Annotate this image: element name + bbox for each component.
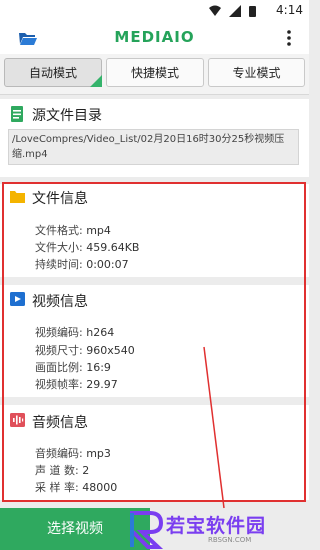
sample-rate-value: 48000	[82, 481, 118, 494]
aspect-ratio-label: 画面比例:	[35, 361, 83, 374]
video-codec-label: 视频编码:	[35, 326, 83, 339]
video-codec-value: h264	[86, 326, 115, 339]
file-format-row: 文件格式: mp4	[35, 222, 111, 238]
watermark: 若宝软件园 RBSGN.COM	[128, 508, 309, 550]
source-path-field[interactable]: /LoveCompres/Video_List/02月20日16时30分25秒视…	[8, 129, 299, 165]
tab-pro-mode-label: 专业模式	[232, 66, 281, 80]
tab-pro-mode[interactable]: 专业模式	[208, 58, 305, 87]
duration-label: 持续时间:	[35, 258, 83, 271]
file-info-section: 文件信息 文件格式: mp4 文件大小: 459.64KB 持续时间: 0:00…	[0, 184, 309, 277]
watermark-logo-icon	[130, 511, 164, 549]
source-path-line-2: 缩.mp4	[12, 149, 48, 160]
source-path-line-1: /LoveCompres/Video_List/02月20日16时30分25秒视…	[12, 134, 285, 145]
mode-tabs: 自动模式 快捷模式 专业模式	[0, 54, 309, 95]
video-codec-row: 视频编码: h264	[35, 324, 114, 340]
document-icon	[11, 106, 23, 122]
file-info-title: 文件信息	[32, 191, 88, 207]
watermark-site: RBSGN.COM	[208, 536, 252, 544]
tab-auto-mode[interactable]: 自动模式	[4, 58, 102, 87]
audio-codec-row: 音频编码: mp3	[35, 445, 111, 461]
sample-rate-row: 采 样 率: 48000	[35, 479, 117, 495]
wifi-icon	[209, 5, 221, 16]
file-size-label: 文件大小:	[35, 241, 83, 254]
channels-row: 声 道 数: 2	[35, 462, 89, 478]
annotation-line	[203, 346, 225, 509]
audio-info-section: 音频信息 音频编码: mp3 声 道 数: 2 采 样 率: 48000	[0, 405, 309, 500]
file-size-row: 文件大小: 459.64KB	[35, 239, 139, 255]
file-size-value: 459.64KB	[86, 241, 140, 254]
audio-info-title: 音频信息	[32, 415, 88, 431]
duration-value: 0:00:07	[86, 258, 129, 271]
tab-quick-mode[interactable]: 快捷模式	[106, 58, 204, 87]
file-format-label: 文件格式:	[35, 224, 83, 237]
channels-label: 声 道 数:	[35, 464, 79, 477]
frame-rate-value: 29.97	[86, 378, 118, 391]
video-size-value: 960x540	[86, 344, 135, 357]
app-bar: MEDIAIO	[0, 22, 309, 54]
source-title: 源文件目录	[32, 108, 102, 124]
channels-value: 2	[82, 464, 90, 477]
video-info-title: 视频信息	[32, 294, 88, 310]
battery-icon	[249, 6, 256, 17]
signal-icon	[229, 5, 241, 17]
more-options-icon[interactable]	[285, 28, 293, 48]
video-icon	[10, 292, 25, 306]
aspect-ratio-row: 画面比例: 16:9	[35, 359, 111, 375]
audio-codec-label: 音频编码:	[35, 447, 83, 460]
folder-icon	[10, 191, 25, 203]
watermark-text: 若宝软件园	[166, 515, 267, 537]
audio-icon	[10, 413, 25, 427]
audio-codec-value: mp3	[86, 447, 111, 460]
video-size-label: 视频尺寸:	[35, 344, 83, 357]
frame-rate-label: 视频帧率:	[35, 378, 83, 391]
frame-rate-row: 视频帧率: 29.97	[35, 376, 118, 392]
status-bar: 4:14	[0, 0, 309, 22]
app-title: MEDIAIO	[114, 28, 195, 46]
sample-rate-label: 采 样 率:	[35, 481, 79, 494]
video-size-row: 视频尺寸: 960x540	[35, 342, 135, 358]
status-icons	[209, 5, 256, 17]
status-time: 4:14	[276, 3, 303, 17]
duration-row: 持续时间: 0:00:07	[35, 256, 129, 272]
video-info-section: 视频信息 视频编码: h264 视频尺寸: 960x540 画面比例: 16:9…	[0, 285, 309, 397]
selected-corner-marker	[90, 75, 102, 87]
select-video-label: 选择视频	[47, 521, 103, 537]
aspect-ratio-value: 16:9	[86, 361, 111, 374]
tab-auto-mode-label: 自动模式	[28, 66, 77, 80]
tab-quick-mode-label: 快捷模式	[130, 66, 179, 80]
file-format-value: mp4	[86, 224, 111, 237]
